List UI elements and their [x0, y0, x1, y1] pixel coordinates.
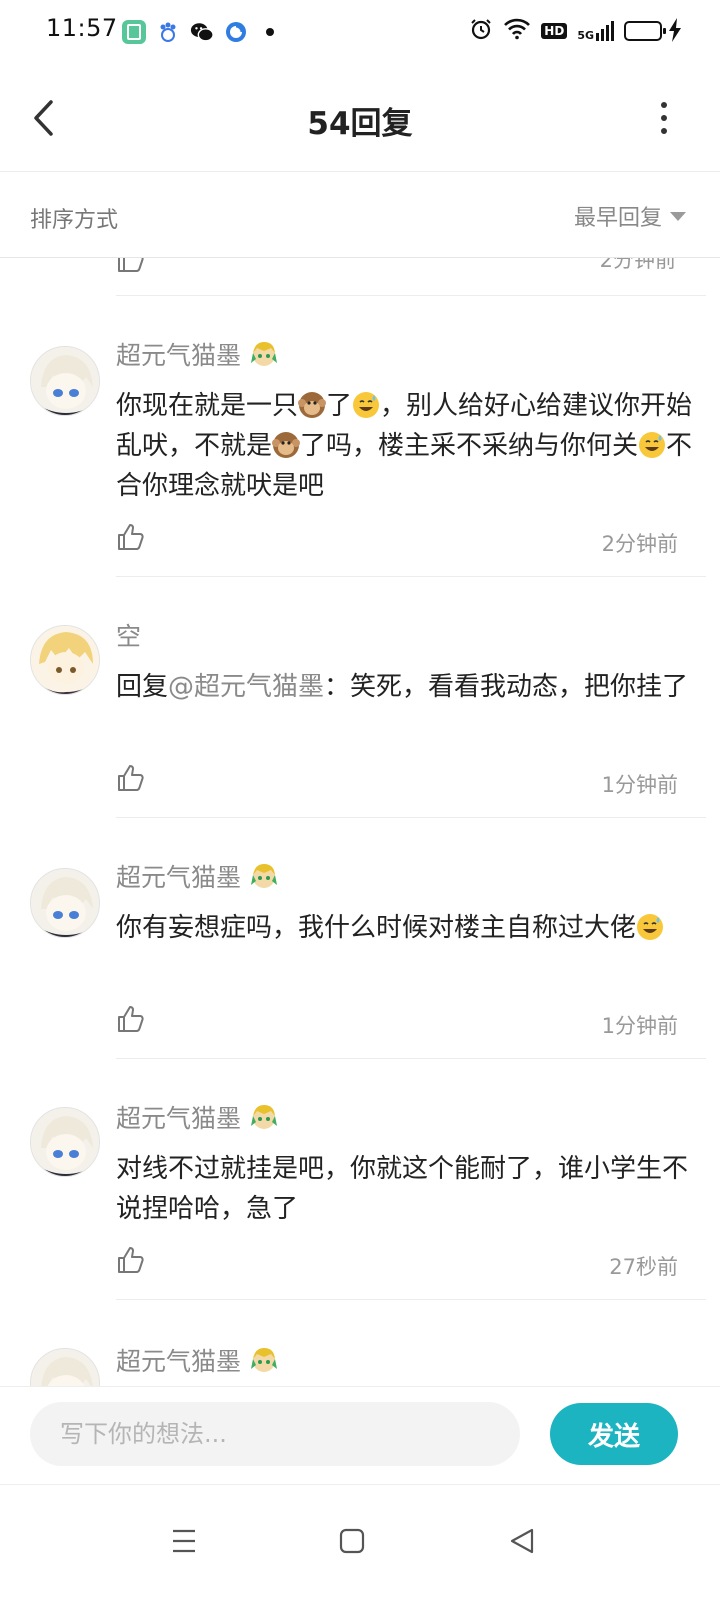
status-time: 11:57	[46, 14, 118, 42]
username-text: 超元气猫墨	[116, 1104, 242, 1133]
top-app-bar: 54回复	[0, 64, 720, 172]
avatar[interactable]	[30, 1348, 100, 1386]
avatar[interactable]	[30, 346, 100, 416]
signal-icon: 5G	[577, 21, 614, 41]
book-app-icon	[122, 20, 146, 44]
list-item: 2分钟前	[116, 258, 706, 296]
thumbs-up-icon	[118, 1006, 144, 1032]
like-button[interactable]	[116, 522, 146, 556]
sort-label: 排序方式	[30, 208, 119, 233]
monkey-emoji-icon	[272, 431, 301, 459]
username-text: 超元气猫墨	[116, 863, 242, 892]
more-options-button[interactable]	[652, 98, 676, 138]
sort-bar: 排序方式 最早回复	[0, 172, 720, 258]
notification-icons	[122, 18, 274, 46]
list-item: 空 回复@超元气猫墨：笑死，看看我动态，把你挂了 1分钟前	[0, 577, 720, 818]
home-button[interactable]	[322, 1511, 382, 1571]
reply-time: 1分钟前	[601, 773, 678, 797]
like-button[interactable]	[116, 1004, 146, 1038]
avatar[interactable]	[30, 625, 100, 695]
list-item: 超元气猫墨	[0, 1300, 720, 1386]
reply-time: 2分钟前	[599, 258, 676, 272]
comment-input[interactable]	[30, 1402, 520, 1466]
mention-link[interactable]: @超元气猫墨	[168, 672, 324, 702]
status-bar: 11:57 HD 5G	[0, 0, 720, 64]
triangle-back-icon	[510, 1528, 534, 1554]
menu-lines-icon	[173, 1529, 195, 1553]
sweat-smile-emoji-icon	[638, 431, 666, 459]
like-button[interactable]	[116, 763, 146, 797]
hd-badge: HD	[541, 23, 568, 39]
back-nav-button[interactable]	[492, 1511, 552, 1571]
caret-down-icon	[670, 211, 686, 221]
comment-footer: 1分钟前	[116, 1004, 678, 1044]
system-navigation-bar	[0, 1484, 720, 1600]
level-badge-icon	[249, 1345, 279, 1375]
reply-composer: 发送	[0, 1386, 720, 1484]
comment-text: 对线不过就挂是吧，你就这个能耐了，谁小学生不说捏哈哈，急了	[116, 1154, 689, 1224]
username[interactable]: 空	[116, 617, 141, 653]
baidu-paw-icon	[156, 20, 180, 44]
charging-icon	[668, 18, 682, 46]
list-item: 超元气猫墨 对线不过就挂是吧，你就这个能耐了，谁小学生不说捏哈哈，急了 27秒前	[0, 1059, 720, 1300]
reply-time: 2分钟前	[601, 532, 678, 556]
more-notifications-dot	[266, 28, 274, 36]
level-badge-icon	[249, 1102, 279, 1132]
like-button[interactable]	[116, 1245, 146, 1279]
comment-text: 你现在就是一只了，别人给好心给建议你开始乱吠，不就是 了吗，楼主采不采纳与你何关不…	[116, 391, 693, 501]
username-text: 超元气猫墨	[116, 1347, 242, 1376]
thumbs-up-icon	[118, 524, 144, 550]
list-item: 超元气猫墨 你现在就是一只了，别人给好心给建议你开始乱吠，不就是 了吗，楼主采不采…	[0, 296, 720, 577]
comment-text: 你有妄想症吗，我什么时候对楼主自称过大佬	[116, 908, 696, 948]
wifi-icon	[503, 18, 531, 44]
battery-icon	[624, 21, 666, 41]
thumbs-up-icon	[118, 258, 144, 272]
sweat-smile-emoji-icon	[352, 391, 380, 419]
level-badge-icon	[249, 339, 279, 369]
monkey-emoji-icon	[298, 391, 327, 419]
avatar[interactable]	[30, 868, 100, 938]
system-status-icons: HD 5G	[469, 16, 681, 46]
like-button[interactable]	[116, 258, 146, 278]
level-badge-icon	[249, 861, 279, 891]
thumbs-up-icon	[118, 765, 144, 791]
square-icon	[339, 1528, 365, 1554]
comment-footer: 27秒前	[116, 1245, 678, 1285]
sweat-smile-emoji-icon	[636, 913, 664, 941]
username-text: 空	[116, 622, 142, 651]
page-title: 54回复	[307, 106, 413, 142]
comment-footer: 1分钟前	[116, 763, 678, 803]
avatar[interactable]	[30, 1107, 100, 1177]
wechat-icon	[190, 20, 214, 44]
recent-apps-button[interactable]	[154, 1511, 214, 1571]
comment-footer: 2分钟前	[116, 522, 678, 562]
browser-icon	[224, 20, 248, 44]
username[interactable]: 超元气猫墨	[116, 336, 279, 372]
reply-time: 27秒前	[609, 1255, 678, 1279]
sort-order-dropdown[interactable]: 最早回复	[574, 200, 686, 232]
comment-text: 回复@超元气猫墨：笑死，看看我动态，把你挂了	[116, 672, 689, 702]
more-vertical-icon	[661, 102, 667, 108]
list-item: 超元气猫墨 你有妄想症吗，我什么时候对楼主自称过大佬 1分钟前	[0, 818, 720, 1059]
sort-selected-value: 最早回复	[573, 206, 662, 231]
username[interactable]: 超元气猫墨	[116, 1099, 279, 1135]
send-button[interactable]: 发送	[550, 1403, 678, 1465]
username[interactable]: 超元气猫墨	[116, 1342, 279, 1378]
network-type: 5G	[577, 29, 594, 42]
reply-prefix: 回复	[116, 672, 169, 702]
reply-time: 1分钟前	[601, 1014, 678, 1038]
thumbs-up-icon	[118, 1247, 144, 1273]
alarm-icon	[469, 17, 493, 45]
username-text: 超元气猫墨	[116, 341, 242, 370]
reply-list[interactable]: 2分钟前 超元气猫墨 你现在就是一只了，别人给好心给建议你开始乱吠，不就是 了吗，…	[0, 258, 720, 1386]
username[interactable]: 超元气猫墨	[116, 858, 279, 894]
